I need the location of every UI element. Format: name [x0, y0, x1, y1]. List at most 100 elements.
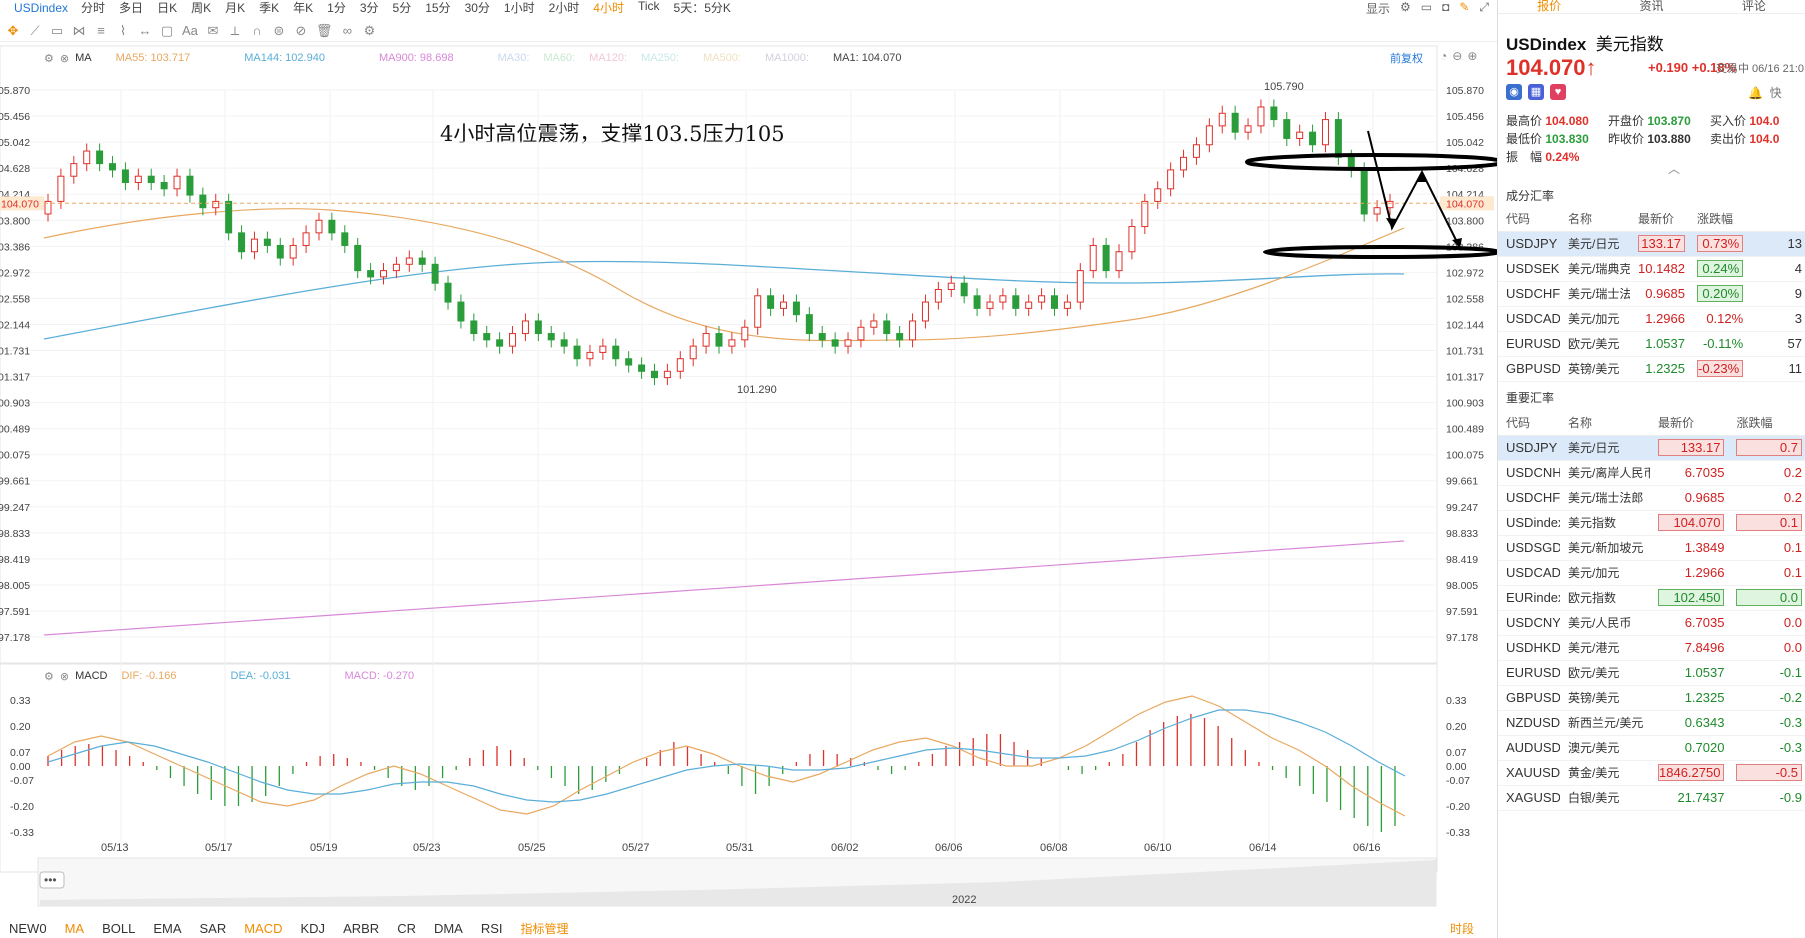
timeframe-14[interactable]: 4小时	[593, 0, 624, 15]
table-row[interactable]: USDCAD 美元/加元 1.2966 0.1	[1498, 560, 1805, 586]
time-share-button[interactable]: 时段	[1450, 920, 1474, 937]
indicator-tab-macd[interactable]: MACD	[244, 921, 282, 936]
indicator-tab-cr[interactable]: CR	[397, 921, 416, 936]
pencil-icon[interactable]: ✎	[1459, 0, 1469, 15]
expand-icon[interactable]: ⤢	[1479, 0, 1489, 15]
indicator-tab-kdj[interactable]: KDJ	[301, 921, 326, 936]
table-row[interactable]: USDCNH 美元/离岸人民币 6.7035 0.2	[1498, 460, 1805, 486]
timeframe-5[interactable]: 季K	[259, 0, 279, 15]
indicator-tab-dma[interactable]: DMA	[434, 921, 463, 936]
indicator-tab-rsi[interactable]: RSI	[481, 921, 503, 936]
table-row[interactable]: USDCAD 美元/加元 1.2966 0.12% 3	[1498, 306, 1805, 332]
panel-tab-2[interactable]: 评论	[1703, 0, 1805, 13]
alert-area: 🔔 快	[1748, 84, 1782, 101]
indicator-tab-new0[interactable]: NEW0	[9, 921, 47, 936]
layout-icon[interactable]: ▭	[1421, 0, 1432, 15]
table-row[interactable]: USDindex 美元指数 104.070 0.1	[1498, 510, 1805, 536]
column-header[interactable]: 最新价	[1630, 206, 1689, 232]
quick-trade-button[interactable]: 快	[1770, 86, 1782, 100]
column-header[interactable]: 涨跌幅	[1728, 410, 1805, 436]
timeframe-2[interactable]: 日K	[157, 0, 177, 15]
change-value: 0.1	[1783, 540, 1802, 555]
timeframe-13[interactable]: 2小时	[549, 0, 580, 15]
note-tool-icon[interactable]: ✉	[206, 23, 220, 39]
crosshair-icon[interactable]: ✥	[6, 23, 20, 39]
heart-icon[interactable]: ♥	[1550, 84, 1566, 100]
price-chart[interactable]: 05/13 05/17 05/19 05/23 05/25 05/27 05/31 06/02…	[0, 44, 1497, 916]
table-row[interactable]: XAGUSD 白银/美元 21.7437 -0.9	[1498, 785, 1805, 811]
table-row[interactable]: NZDUSD 新西兰元/美元 0.6343 -0.3	[1498, 710, 1805, 736]
panel-tab-1[interactable]: 资讯	[1600, 0, 1702, 13]
macd-pane-border	[0, 663, 1438, 873]
table-row[interactable]: EURUSD 欧元/美元 1.0537 -0.11% 57	[1498, 331, 1805, 357]
table-row[interactable]: USDJPY 美元/日元 133.17 0.73% 13	[1498, 231, 1805, 257]
timeframe-11[interactable]: 30分	[465, 0, 490, 15]
timeframe-1[interactable]: 多日	[119, 0, 143, 15]
indicator-manager[interactable]: 指标管理	[521, 920, 569, 937]
row-name: 美元/日元	[1560, 435, 1650, 461]
collapse-icon[interactable]: ︿	[1668, 160, 1680, 177]
table-row[interactable]: USDCHF 美元/瑞士法 0.9685 0.20% 9	[1498, 281, 1805, 307]
table-row[interactable]: USDSGD 美元/新加坡元 1.3849 0.1	[1498, 535, 1805, 561]
hide-tool-icon[interactable]: ⊘	[294, 23, 308, 39]
table-row[interactable]: USDHKD 美元/港元 7.8496 0.0	[1498, 635, 1805, 661]
timeframe-8[interactable]: 3分	[360, 0, 379, 15]
timeframe-6[interactable]: 年K	[293, 0, 313, 15]
table-row[interactable]: USDCNY 美元/人民币 6.7035 0.0	[1498, 610, 1805, 636]
indicator-tab-boll[interactable]: BOLL	[102, 921, 135, 936]
table-row[interactable]: USDSEK 美元/瑞典克 10.1482 0.24% 4	[1498, 256, 1805, 282]
brush-tool-icon[interactable]: ⌇	[116, 23, 130, 39]
timeframe-12[interactable]: 1小时	[504, 0, 535, 15]
fib-tool-icon[interactable]: ⋈	[72, 23, 86, 39]
ruler-tool-icon[interactable]: ⟂	[228, 23, 242, 39]
settings-tool-icon[interactable]: ⚙	[362, 23, 376, 39]
text-tool-icon[interactable]: Aa	[182, 23, 198, 38]
timeframe-16[interactable]: 5天：5分K	[674, 0, 731, 15]
indicator-tab-ema[interactable]: EMA	[153, 921, 181, 936]
row-code: NZDUSD	[1498, 710, 1560, 736]
display-menu[interactable]: 显示	[1366, 0, 1390, 15]
timeframe-15[interactable]: Tick	[638, 0, 660, 15]
comment-tool-icon[interactable]: ▢	[160, 23, 174, 39]
lock-tool-icon[interactable]: ⊜	[272, 23, 286, 39]
channel-tool-icon[interactable]: ≡	[94, 23, 108, 38]
symbol-link[interactable]: USDindex	[14, 1, 68, 15]
table-row[interactable]: EURindex 欧元指数 102.450 0.0	[1498, 585, 1805, 611]
line-tool-icon[interactable]: ⟋	[28, 23, 42, 39]
magnet-tool-icon[interactable]: ∩	[250, 23, 264, 38]
link-tool-icon[interactable]: ∞	[340, 23, 354, 38]
panel-tab-0[interactable]: 报价	[1498, 0, 1600, 13]
column-header[interactable]: 名称	[1560, 410, 1650, 436]
timeframe-4[interactable]: 月K	[225, 0, 245, 15]
column-header[interactable]: 涨跌幅	[1689, 206, 1748, 232]
table-row[interactable]: AUDUSD 澳元/美元 0.7020 -0.3	[1498, 735, 1805, 761]
indicator-tab-sar[interactable]: SAR	[199, 921, 226, 936]
indicator-tab-ma[interactable]: MA	[65, 921, 85, 936]
timeframe-3[interactable]: 周K	[191, 0, 211, 15]
trash-icon[interactable]: 🗑	[316, 23, 333, 39]
column-header[interactable]: 名称	[1560, 206, 1630, 232]
table-row[interactable]: USDCHF 美元/瑞士法郎 0.9685 0.2	[1498, 485, 1805, 511]
timeframe-7[interactable]: 1分	[327, 0, 346, 15]
timeframe-10[interactable]: 15分	[425, 0, 450, 15]
table-row[interactable]: GBPUSD 英镑/美元 1.2325 -0.2	[1498, 685, 1805, 711]
table-row[interactable]: GBPUSD 英镑/美元 1.2325 -0.23% 11	[1498, 356, 1805, 382]
camera-icon[interactable]: ◘	[1442, 0, 1449, 15]
grid-icon[interactable]: ▦	[1528, 84, 1544, 100]
timeframe-9[interactable]: 5分	[393, 0, 412, 15]
change-value: -0.5	[1736, 764, 1802, 781]
timeframe-0[interactable]: 分时	[81, 0, 105, 15]
table-row[interactable]: EURUSD 欧元/美元 1.0537 -0.1	[1498, 660, 1805, 686]
globe-icon[interactable]: ◉	[1506, 84, 1522, 100]
table-row[interactable]: USDJPY 美元/日元 133.17 0.7	[1498, 435, 1805, 461]
arrow-tool-icon[interactable]: ↔	[138, 23, 152, 38]
row-change: -0.2	[1728, 685, 1805, 711]
gear-icon[interactable]: ⚙	[1400, 0, 1411, 15]
column-header[interactable]: 代码	[1498, 206, 1560, 232]
indicator-tab-arbr[interactable]: ARBR	[343, 921, 379, 936]
table-row[interactable]: XAUUSD 黄金/美元 1846.2750 -0.5	[1498, 760, 1805, 786]
column-header[interactable]: 代码	[1498, 410, 1560, 436]
bell-icon[interactable]: 🔔	[1748, 86, 1763, 100]
rect-tool-icon[interactable]: ▭	[50, 23, 64, 39]
column-header[interactable]: 最新价	[1650, 410, 1729, 436]
